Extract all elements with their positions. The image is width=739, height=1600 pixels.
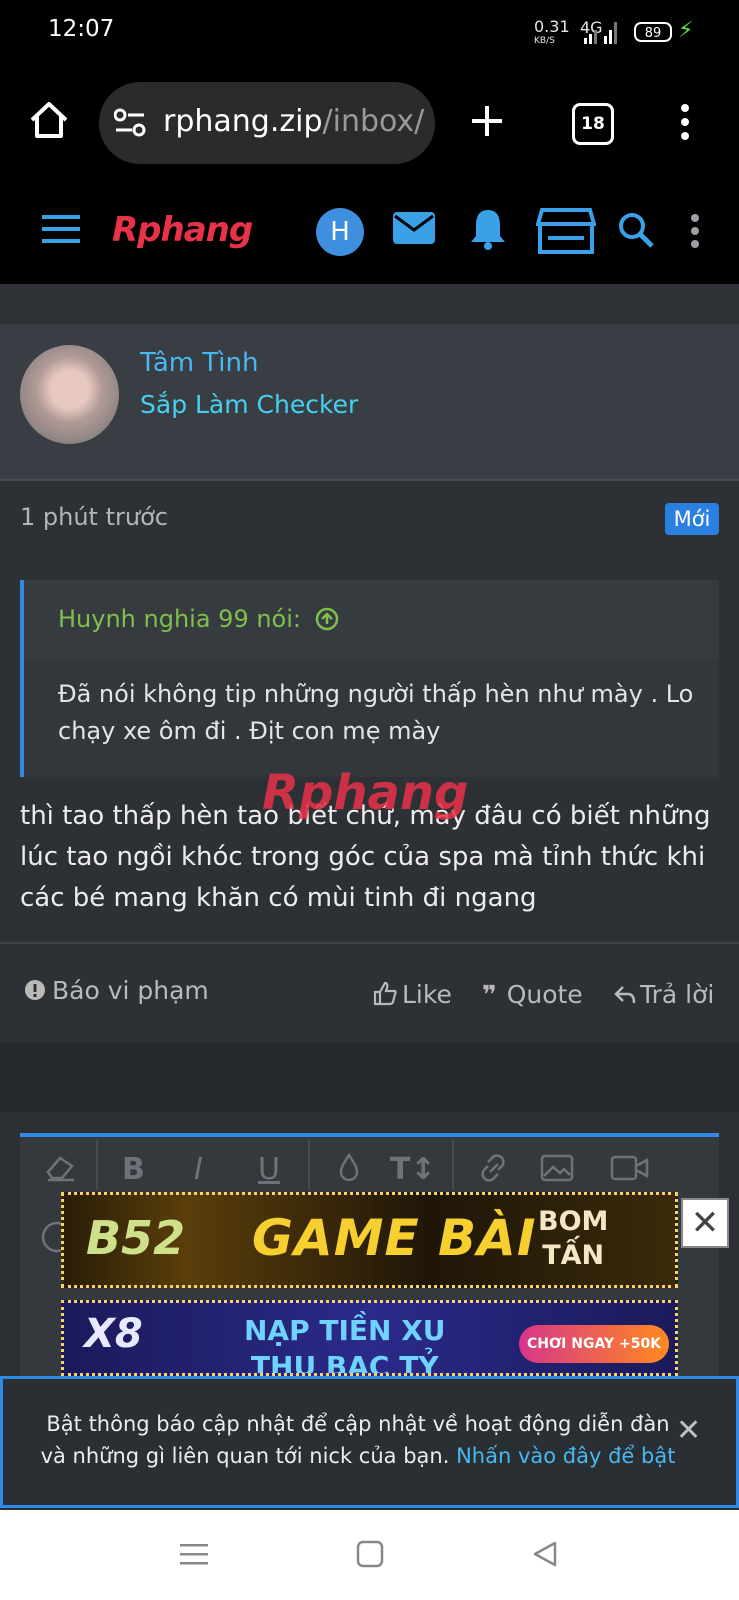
post-time[interactable]: 1 phút trước [20, 503, 168, 531]
toolbar-separator-3 [452, 1140, 454, 1190]
new-tab-icon[interactable] [470, 104, 504, 138]
thumbs-up-icon [373, 981, 397, 1006]
network-speed: 0.31 KB/S [534, 17, 570, 46]
recent-apps-icon[interactable] [180, 1542, 208, 1566]
hamburger-menu-icon[interactable] [42, 214, 80, 244]
reply-label: Trả lời [640, 980, 715, 1009]
ad-banner-x8[interactable]: X8 NẠP TIỀN XU THU BẠC TỶ CHƠI NGAY +50K [61, 1300, 678, 1376]
ad2-line2: THU BẠC TỶ [250, 1350, 439, 1376]
back-nav-icon[interactable] [532, 1540, 558, 1568]
section-gap [0, 1042, 739, 1112]
notification-close-icon[interactable]: ✕ [676, 1413, 701, 1448]
user-avatar[interactable]: H [316, 208, 364, 256]
tab-switcher-button[interactable]: 18 [572, 103, 614, 145]
ad2-text: NẠP TIỀN XU THU BẠC TỶ [244, 1313, 446, 1376]
author-name[interactable]: Tâm Tình [140, 348, 258, 378]
bold-icon[interactable]: B [122, 1152, 145, 1187]
like-label: Like [402, 980, 452, 1009]
ad2-line1: NẠP TIỀN XU [244, 1314, 446, 1347]
inbox-icon[interactable] [392, 210, 436, 246]
font-size-icon[interactable]: T↕ [390, 1152, 436, 1187]
notification-text: Bật thông báo cập nhật để cập nhật về ho… [38, 1408, 678, 1472]
reply-button[interactable]: Trả lời [614, 980, 714, 1009]
url-text[interactable]: rphang.zip/inbox/ [163, 104, 425, 139]
toolbar-separator [96, 1140, 98, 1190]
enable-notifications-link[interactable]: Nhấn vào đây để bật [456, 1444, 675, 1468]
quote-label: Quote [506, 980, 583, 1009]
like-button[interactable]: Like [372, 980, 452, 1009]
quote-text: Đã nói không tip những người thấp hèn nh… [58, 680, 694, 745]
ad2-cta: CHƠI NGAY +50K [519, 1325, 669, 1363]
charging-icon: ⚡ [678, 18, 694, 43]
ad-close-button[interactable]: ✕ [681, 1198, 729, 1248]
report-button[interactable]: Báo vi phạm [24, 976, 209, 1005]
net-speed-unit: KB/S [534, 36, 555, 46]
ad1-tag: BOM TẤN [538, 1205, 608, 1273]
link-icon[interactable] [476, 1152, 510, 1184]
content-divider [0, 284, 739, 324]
quote-icon: ❞ [482, 980, 497, 1009]
reply-icon [614, 986, 636, 1004]
new-badge: Mới [665, 503, 719, 535]
video-icon[interactable] [610, 1154, 650, 1182]
net-speed-value: 0.31 [534, 17, 570, 36]
status-time: 12:07 [48, 16, 115, 42]
author-avatar[interactable] [20, 345, 119, 444]
home-nav-icon[interactable] [356, 1540, 384, 1568]
ad1-brand: B52 [86, 1211, 186, 1265]
url-path: /inbox/ [322, 104, 425, 139]
signal-strength-icon [604, 22, 617, 44]
site-settings-icon[interactable] [114, 108, 146, 138]
ad-banner-b52[interactable]: B52 GAME BÀI BOM TẤN [61, 1192, 678, 1288]
alert-icon [25, 980, 45, 1000]
quote-author-label: Huynh nghia 99 nói: [58, 605, 301, 633]
underline-icon[interactable]: U [258, 1152, 280, 1187]
watermark-logo: Rphang [262, 765, 468, 821]
toolbar-separator-2 [308, 1140, 310, 1190]
home-icon[interactable] [28, 100, 70, 140]
report-label: Báo vi phạm [52, 976, 209, 1005]
ad1-tag-line1: BOM [538, 1206, 609, 1237]
quote-button[interactable]: ❞ Quote [482, 980, 583, 1009]
watermark-text: Rphang [262, 765, 469, 821]
battery-icon: 89 [634, 22, 672, 42]
forum-menu-icon[interactable] [690, 214, 700, 248]
image-icon[interactable] [540, 1154, 574, 1182]
url-host: rphang.zip [163, 104, 323, 139]
eraser-icon[interactable] [44, 1152, 78, 1182]
notification-bell-icon[interactable] [468, 206, 508, 250]
signal-icon [584, 30, 597, 44]
italic-icon[interactable]: I [194, 1152, 203, 1187]
site-logo[interactable]: Rphang [112, 210, 253, 250]
jump-to-quote-icon[interactable] [315, 607, 339, 631]
text-color-icon[interactable] [336, 1152, 362, 1184]
author-title: Sắp Làm Checker [140, 390, 359, 419]
store-icon[interactable] [536, 206, 596, 254]
quote-author[interactable]: Huynh nghia 99 nói: [58, 605, 339, 633]
ad1-tag-line2: TẤN [542, 1240, 605, 1271]
ad2-brand: X8 [84, 1311, 143, 1357]
browser-menu-icon[interactable] [680, 104, 690, 140]
logo-text: Rphang [112, 210, 253, 250]
ad1-title: GAME BÀI [252, 1209, 537, 1267]
search-icon[interactable] [618, 212, 654, 248]
